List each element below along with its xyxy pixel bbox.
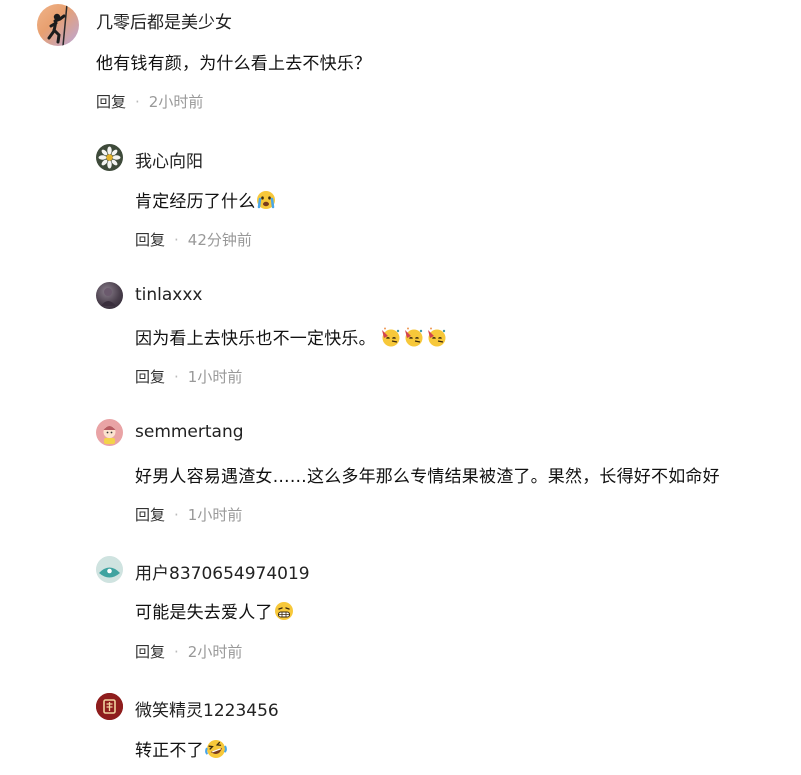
comment-time: 2小时前 [148, 93, 204, 111]
comment-time: 1小时前 [187, 506, 243, 524]
comment-text: 肯定经历了什么 [135, 187, 276, 215]
separator-dot: · [174, 231, 179, 249]
crying-emoji [256, 190, 276, 215]
dark-photo-avatar[interactable] [96, 282, 123, 309]
reply-button[interactable]: 回复 [135, 231, 165, 249]
comment-author[interactable]: 几零后都是美少女 [96, 8, 232, 33]
comment-author[interactable]: tinlaxxx [135, 285, 203, 305]
laughing-crying-emoji [204, 739, 227, 764]
comment-author[interactable]: 我心向阳 [135, 147, 203, 172]
party-emoji [380, 327, 402, 352]
comment-meta: 回复 · 2小时前 [135, 641, 242, 662]
comment-meta: 回复 · 42分钟前 [135, 229, 252, 250]
comment-text: 转正不了 [135, 736, 227, 764]
comment-meta: 回复 · 1小时前 [135, 504, 242, 525]
pink-character-avatar[interactable] [96, 419, 123, 446]
separator-dot: · [174, 368, 179, 386]
comment-time: 1小时前 [187, 368, 243, 386]
comment-author[interactable]: 微笑精灵1223456 [135, 696, 279, 721]
comment-author[interactable]: 用户8370654974019 [135, 559, 310, 584]
party-emoji [426, 327, 448, 352]
comment-text: 因为看上去快乐也不一定快乐。 [135, 324, 448, 352]
comment-text: 好男人容易遇渣女……这么多年那么专情结果被渣了。果然，长得好不如命好 [135, 467, 720, 487]
comment-time: 42分钟前 [187, 231, 252, 249]
reply-button[interactable]: 回复 [135, 506, 165, 524]
separator-dot: · [174, 506, 179, 524]
separator-dot: · [135, 93, 140, 111]
grimace-emoji [274, 601, 294, 626]
party-emoji [403, 327, 425, 352]
climber-silhouette-avatar[interactable] [37, 4, 79, 46]
comment-author[interactable]: semmertang [135, 422, 244, 442]
comment-time: 2小时前 [187, 643, 243, 661]
comment-text: 他有钱有颜，为什么看上去不快乐？ [96, 54, 372, 74]
comment-meta: 回复 · 1小时前 [135, 366, 242, 387]
separator-dot: · [174, 643, 179, 661]
comment-meta: 回复 · 2小时前 [96, 91, 203, 112]
red-logo-avatar[interactable] [96, 693, 123, 720]
reply-button[interactable]: 回复 [135, 643, 165, 661]
reply-button[interactable]: 回复 [135, 368, 165, 386]
comment-text: 可能是失去爱人了 [135, 598, 294, 626]
reply-button[interactable]: 回复 [96, 93, 126, 111]
daisy-avatar[interactable] [96, 144, 123, 171]
default-teal-avatar[interactable] [96, 556, 123, 583]
